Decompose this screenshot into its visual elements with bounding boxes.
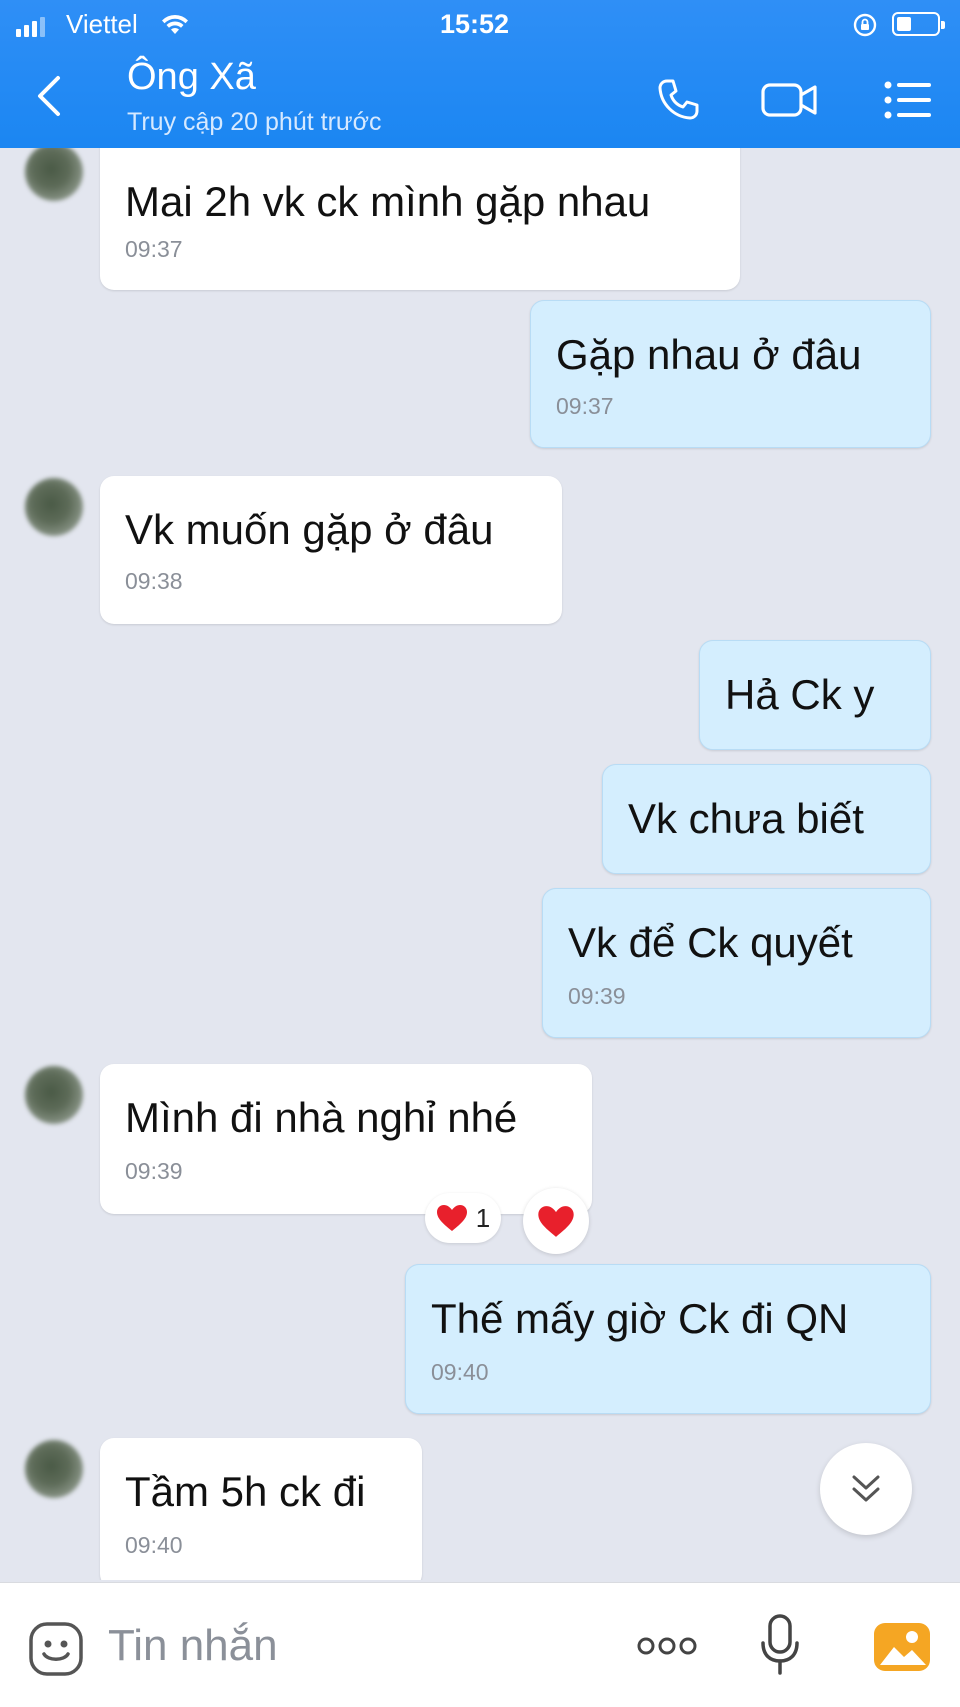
message-time: 09:39 xyxy=(568,983,626,1009)
message-text: Mình đi nhà nghỉ nhé xyxy=(125,1094,518,1141)
message-text: Vk để Ck quyết xyxy=(568,919,853,966)
message-text: Vk chưa biết xyxy=(628,795,864,842)
contact-avatar[interactable] xyxy=(25,1066,83,1124)
reaction-summary[interactable]: 1 xyxy=(425,1193,501,1243)
more-options-icon[interactable] xyxy=(636,1631,698,1661)
message-bubble-incoming[interactable]: Tầm 5h ck đi 09:40 xyxy=(100,1438,422,1580)
video-call-button[interactable] xyxy=(760,70,820,130)
phone-icon xyxy=(658,79,699,120)
nav-bar: Ông Xã Truy cập 20 phút trước xyxy=(0,50,960,148)
message-list[interactable]: Mai 2h vk ck mình gặp nhau 09:37 Gặp nha… xyxy=(0,148,960,1580)
message-text: Tầm 5h ck đi xyxy=(125,1468,366,1515)
message-bubble-outgoing[interactable]: Vk chưa biết xyxy=(602,764,931,874)
message-bubble-outgoing[interactable]: Hả Ck y xyxy=(699,640,931,750)
status-bar: Viettel 15:52 xyxy=(0,0,960,50)
contact-avatar[interactable] xyxy=(25,478,83,536)
heart-icon xyxy=(436,1205,467,1231)
message-text: Gặp nhau ở đâu xyxy=(556,331,862,378)
back-icon[interactable] xyxy=(28,68,72,124)
contact-last-seen: Truy cập 20 phút trước xyxy=(127,108,382,136)
video-call-icon xyxy=(761,83,817,117)
message-bubble-incoming[interactable]: Mình đi nhà nghỉ nhé 09:39 xyxy=(100,1064,592,1214)
react-heart-button[interactable] xyxy=(523,1188,589,1254)
signal-strength-icon xyxy=(16,17,45,37)
battery-icon xyxy=(892,12,945,36)
contact-avatar[interactable] xyxy=(25,148,83,201)
message-text: Thế mấy giờ Ck đi QN xyxy=(431,1295,849,1342)
message-text: Vk muốn gặp ở đâu xyxy=(125,506,494,553)
composer-bar xyxy=(0,1582,960,1707)
message-time: 09:38 xyxy=(125,568,183,594)
reaction-count: 1 xyxy=(475,1202,491,1233)
clock: 15:52 xyxy=(440,9,510,39)
message-time: 09:37 xyxy=(556,393,614,419)
image-gallery-icon[interactable] xyxy=(872,1619,932,1675)
message-bubble-incoming[interactable]: Vk muốn gặp ở đâu 09:38 xyxy=(100,476,562,624)
message-text: Hả Ck y xyxy=(725,671,875,718)
message-bubble-outgoing[interactable]: Gặp nhau ở đâu 09:37 xyxy=(530,300,931,448)
double-chevron-down-icon xyxy=(852,1475,880,1502)
contact-avatar[interactable] xyxy=(25,1440,83,1498)
message-input[interactable] xyxy=(108,1613,608,1679)
message-text: Mai 2h vk ck mình gặp nhau xyxy=(125,178,651,225)
message-time: 09:37 xyxy=(125,236,183,262)
contact-name[interactable]: Ông Xã xyxy=(127,56,256,99)
message-time: 09:40 xyxy=(125,1532,183,1558)
message-bubble-incoming[interactable]: Mai 2h vk ck mình gặp nhau 09:37 xyxy=(100,148,740,290)
message-time: 09:40 xyxy=(431,1359,489,1385)
heart-icon xyxy=(538,1205,574,1237)
message-bubble-outgoing[interactable]: Thế mấy giờ Ck đi QN 09:40 xyxy=(405,1264,931,1414)
chat-menu-button[interactable] xyxy=(878,70,938,130)
wifi-icon xyxy=(162,14,188,34)
scroll-to-bottom-button[interactable] xyxy=(820,1443,912,1535)
message-time: 09:39 xyxy=(125,1158,183,1184)
orientation-lock-icon xyxy=(853,13,877,37)
message-bubble-outgoing[interactable]: Vk để Ck quyết 09:39 xyxy=(542,888,931,1038)
phone-call-button[interactable] xyxy=(648,70,708,130)
menu-list-icon xyxy=(884,81,931,119)
microphone-icon[interactable] xyxy=(760,1613,800,1677)
sticker-emoji-icon[interactable] xyxy=(28,1621,84,1677)
carrier-name: Viettel xyxy=(66,9,138,39)
chat-header: Viettel 15:52 Ông Xã Truy cập 20 phút tr… xyxy=(0,0,960,148)
